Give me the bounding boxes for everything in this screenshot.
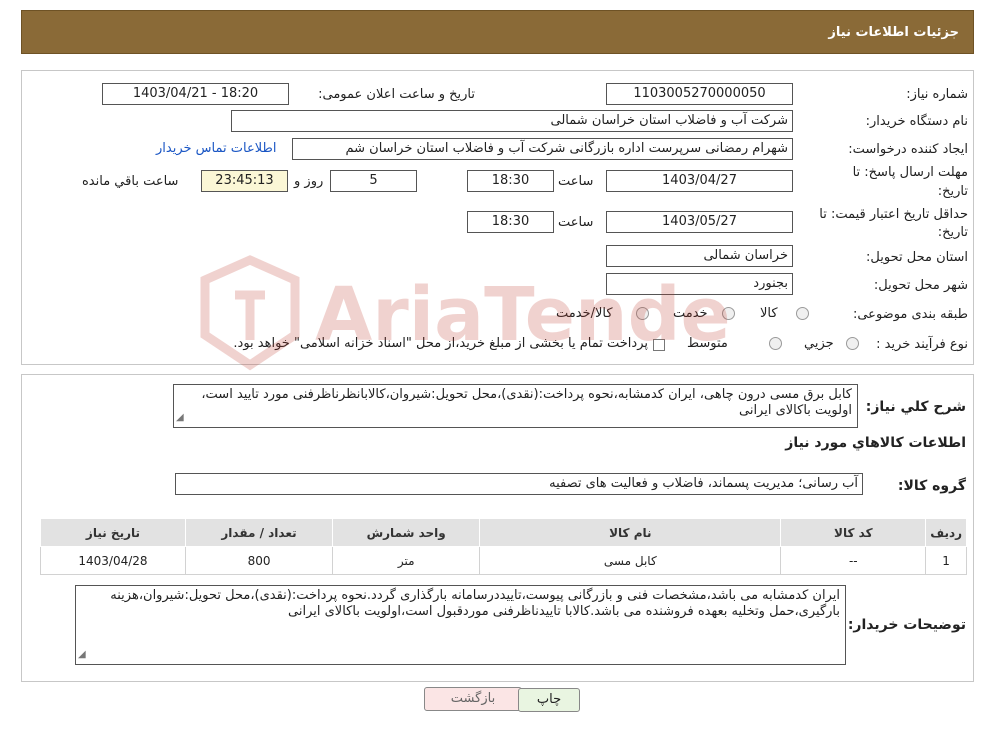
reply-days-field: 5 <box>330 170 417 192</box>
reply-deadline-label-2: تاریخ: <box>937 184 968 199</box>
col-qty-header: تعداد / مقدار <box>184 518 334 547</box>
col-date-header: تاریخ نیاز <box>40 518 186 547</box>
col-row-header: ردیف <box>925 518 967 547</box>
goods-group-field: آب رسانی؛ مدیریت پسماند، فاضلاب و فعالیت… <box>175 473 863 495</box>
col-name-header: نام کالا <box>479 518 782 547</box>
back-button[interactable]: بازگشت <box>424 687 522 711</box>
announce-datetime-label: تاریخ و ساعت اعلان عمومی: <box>318 87 475 102</box>
price-validity-label: حداقل تاریخ اعتبار قیمت: تا <box>819 207 968 222</box>
table-row: 1 -- کابل مسی متر 800 1403/04/28 <box>40 546 967 575</box>
cell-code: -- <box>780 546 927 575</box>
purchase-minor-radio[interactable] <box>846 337 859 350</box>
price-validity-label-2: تاریخ: <box>937 225 968 240</box>
city-label: شهر محل تحویل: <box>873 278 968 293</box>
category-goods-service-radio[interactable] <box>636 307 649 320</box>
cell-name: کابل مسی <box>479 546 782 575</box>
need-summary-text: کابل برق مسی درون چاهی، ایران کدمشابه،نح… <box>201 387 852 418</box>
reply-date-field: 1403/04/27 <box>606 170 793 192</box>
need-number-label: شماره نیاز: <box>906 87 968 102</box>
province-field: خراسان شمالی <box>606 245 793 267</box>
category-service-label: خدمت <box>673 306 708 321</box>
category-goods-label: کالا <box>760 306 778 321</box>
resize-grip-icon[interactable]: ◢ <box>78 647 86 663</box>
need-number-field: 1103005270000050 <box>606 83 793 105</box>
category-goods-radio[interactable] <box>796 307 809 320</box>
purchase-medium-radio[interactable] <box>769 337 782 350</box>
requester-label: ایجاد کننده درخواست: <box>848 142 968 157</box>
buyer-notes-label: توضیحات خریدار: <box>847 617 966 633</box>
reply-time-label: ساعت <box>558 174 594 189</box>
page-header: جزئیات اطلاعات نیاز <box>21 10 974 54</box>
remaining-label: ساعت باقي مانده <box>82 174 179 189</box>
buyer-contact-link[interactable]: اطلاعات تماس خریدار <box>156 141 276 156</box>
category-service-radio[interactable] <box>722 307 735 320</box>
buyer-org-label: نام دستگاه خریدار: <box>865 114 968 129</box>
validity-date-field: 1403/05/27 <box>606 211 793 233</box>
validity-time-label: ساعت <box>558 215 594 230</box>
buyer-notes-text: ایران کدمشابه می باشد،مشخصات فنی و بازرگ… <box>110 588 840 619</box>
reply-deadline-label: مهلت ارسال پاسخ: تا <box>852 165 968 180</box>
cell-date: 1403/04/28 <box>40 546 186 575</box>
goods-table-header: ردیف کد کالا نام کالا واحد شمارش تعداد /… <box>40 518 967 547</box>
days-and-label: روز و <box>294 174 324 189</box>
province-label: استان محل تحویل: <box>866 250 968 265</box>
goods-table: ردیف کد کالا نام کالا واحد شمارش تعداد /… <box>40 518 967 575</box>
print-button[interactable]: چاپ <box>518 688 580 712</box>
buyer-notes-textarea[interactable]: ایران کدمشابه می باشد،مشخصات فنی و بازرگ… <box>75 585 846 665</box>
requester-field: شهرام رمضانی سرپرست اداره بازرگانی شرکت … <box>292 138 793 160</box>
treasury-bonds-note: پرداخت تمام یا بخشی از مبلغ خرید،از محل … <box>233 336 648 351</box>
treasury-bonds-checkbox[interactable] <box>653 339 665 351</box>
category-label: طبقه بندی موضوعی: <box>852 307 968 322</box>
city-field: بجنورد <box>606 273 793 295</box>
cell-row: 1 <box>925 546 967 575</box>
reply-time-field: 18:30 <box>467 170 554 192</box>
purchase-type-label: نوع فرآیند خرید : <box>876 337 968 352</box>
purchase-medium-label: متوسط <box>687 336 728 351</box>
cell-qty: 800 <box>184 546 334 575</box>
remaining-time-field: 23:45:13 <box>201 170 288 192</box>
validity-time-field: 18:30 <box>467 211 554 233</box>
purchase-minor-label: جزیي <box>804 336 834 351</box>
col-unit-header: واحد شمارش <box>332 518 481 547</box>
goods-group-label: گروه کالا: <box>897 478 966 494</box>
category-goods-service-label: کالا/خدمت <box>556 306 613 321</box>
need-summary-label: شرح کلي نياز: <box>865 399 966 415</box>
cell-unit: متر <box>332 546 481 575</box>
announce-datetime-field: 1403/04/21 - 18:20 <box>102 83 289 105</box>
buyer-org-field: شرکت آب و فاضلاب استان خراسان شمالی <box>231 110 793 132</box>
goods-info-title: اطلاعات کالاهاي مورد نياز <box>785 435 966 451</box>
col-code-header: کد کالا <box>780 518 927 547</box>
page-title: جزئیات اطلاعات نیاز <box>828 25 959 40</box>
resize-grip-icon[interactable]: ◢ <box>176 410 184 426</box>
need-summary-textarea[interactable]: کابل برق مسی درون چاهی، ایران کدمشابه،نح… <box>173 384 858 428</box>
